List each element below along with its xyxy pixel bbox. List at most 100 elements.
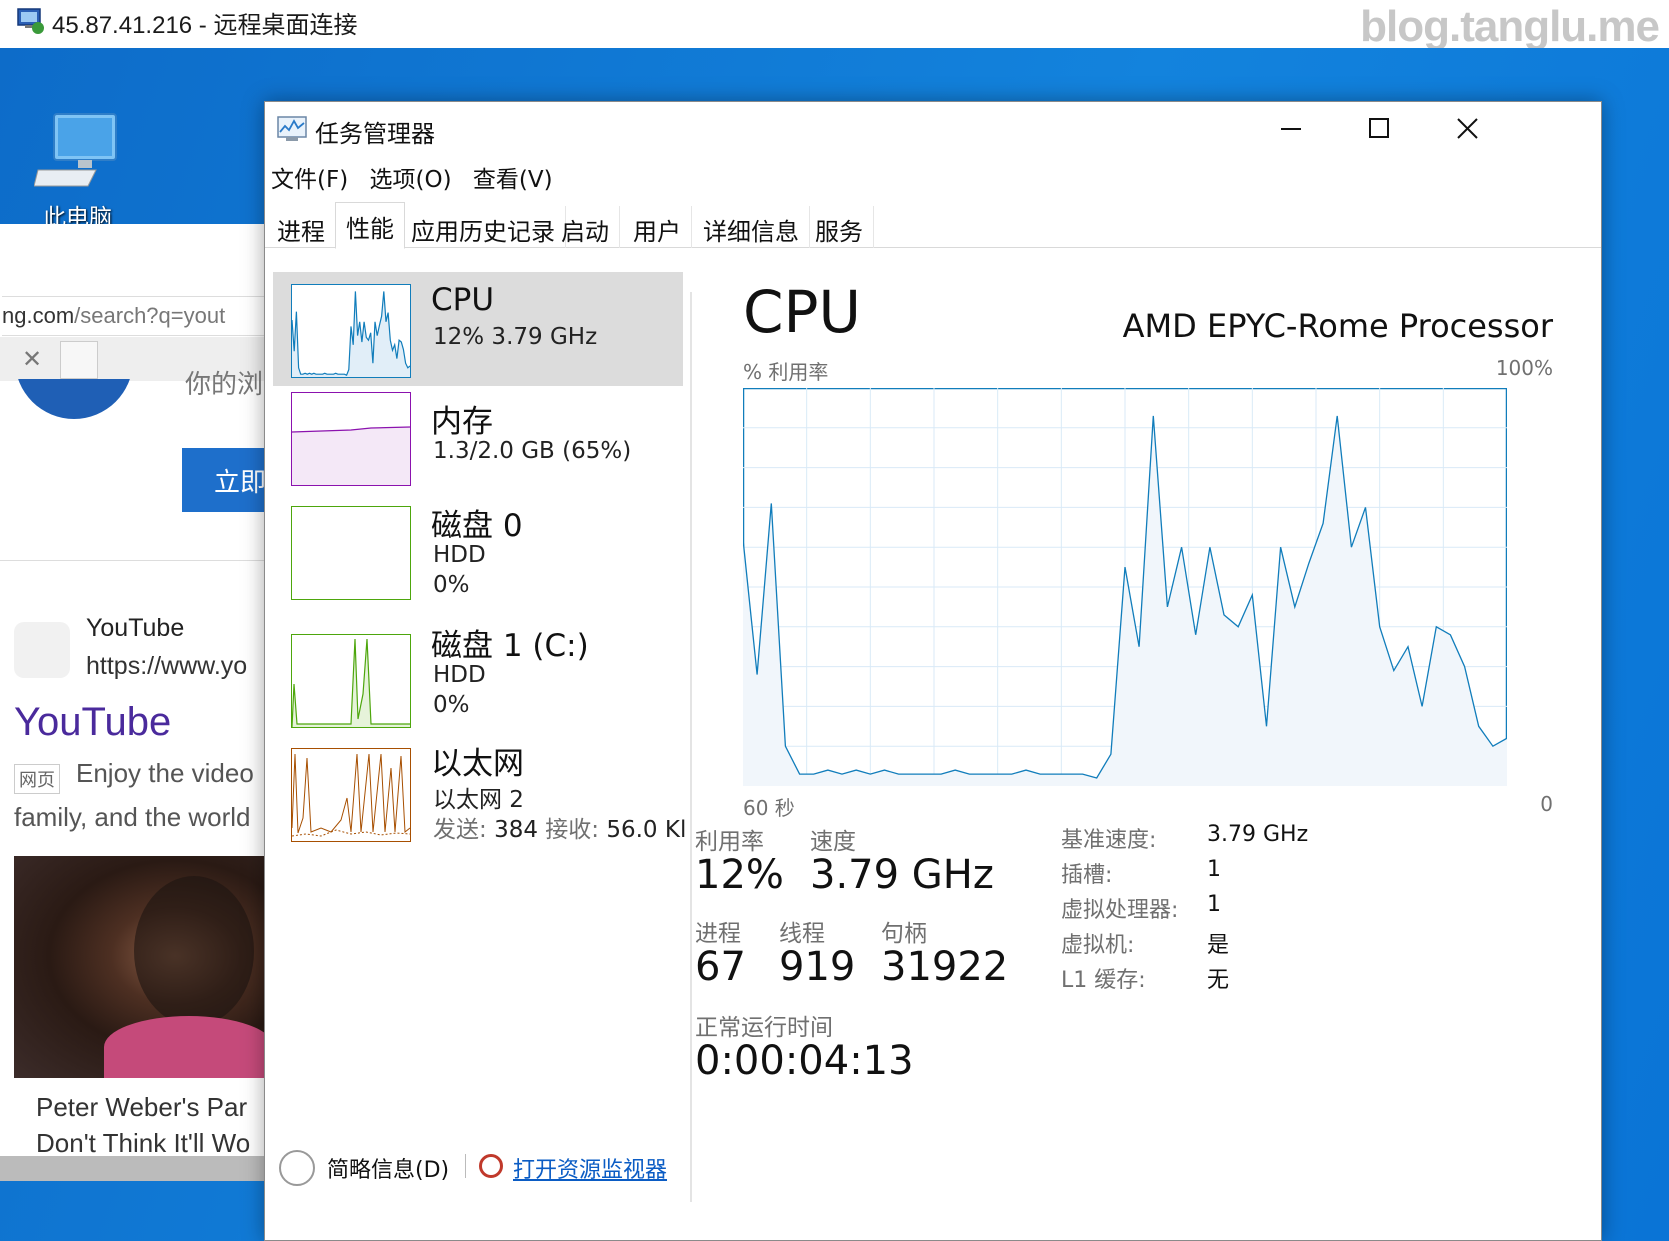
processes-label: 进程 (695, 921, 741, 947)
tab-startup[interactable]: 启动 (551, 206, 620, 248)
menu-bar: 文件(F) 选项(O) 查看(V) (271, 160, 567, 193)
menu-options[interactable]: 选项(O) (370, 167, 452, 193)
video-caption-2[interactable]: Don't Think It'll Wo (36, 1128, 250, 1159)
graph-x-left: 60 秒 (743, 796, 795, 820)
send-value: 384 (494, 817, 538, 843)
close-icon (1457, 118, 1478, 139)
resource-type: HDD (433, 542, 486, 568)
disk-1-mini-graph (291, 634, 411, 728)
resource-percent: 0% (433, 572, 470, 598)
close-icon[interactable]: ✕ (22, 345, 42, 373)
footer-separator (465, 1154, 466, 1178)
address-bar[interactable]: ng.com/search?q=yout (2, 296, 268, 336)
result-site-name: YouTube (86, 614, 185, 642)
result-description-2: family, and the world (14, 802, 251, 832)
spec-label: 插槽: (1061, 863, 1113, 888)
threads-value: 919 (779, 944, 856, 990)
send-label: 发送: (433, 817, 487, 843)
tab-services[interactable]: 服务 (805, 206, 874, 248)
spec-label: 基准速度: (1061, 828, 1157, 853)
resource-disk-1[interactable]: 磁盘 1 (C:) HDD 0% (273, 620, 683, 734)
resource-name: 内存 (431, 404, 493, 440)
spec-label: 虚拟处理器: (1061, 898, 1179, 923)
graph-y-max: 100% (1495, 356, 1553, 380)
menu-file[interactable]: 文件(F) (271, 167, 348, 193)
speed-value: 3.79 GHz (810, 852, 994, 898)
utilization-label: 利用率 (695, 829, 764, 855)
task-manager-window: 任务管理器 文件(F) 选项(O) 查看(V) 进程 性能 应用历史记录 启动 … (264, 101, 1602, 1241)
close-button[interactable] (1421, 102, 1513, 154)
speed-label: 速度 (810, 829, 856, 855)
result-title-link[interactable]: YouTube (14, 700, 171, 745)
task-manager-icon (277, 116, 307, 141)
resource-name: 磁盘 0 (431, 508, 523, 544)
resource-monitor-icon (479, 1154, 503, 1178)
menu-view[interactable]: 查看(V) (473, 167, 553, 193)
tab-processes[interactable]: 进程 (267, 206, 336, 248)
processor-model: AMD EPYC-Rome Processor (1122, 307, 1553, 345)
maximize-button[interactable] (1333, 102, 1425, 154)
spec-value: 1 (1207, 892, 1221, 917)
resource-ethernet[interactable]: 以太网 以太网 2 发送: 384 接收: 56.0 Kl (273, 738, 686, 852)
resource-summary: 1.3/2.0 GB (65%) (433, 438, 632, 464)
chevron-up-icon[interactable] (279, 1150, 315, 1186)
handles-value: 31922 (881, 944, 1009, 990)
uptime-label: 正常运行时间 (695, 1015, 833, 1041)
tab-app-history[interactable]: 应用历史记录 (401, 206, 566, 248)
cpu-utilization-graph (743, 388, 1507, 786)
resource-memory[interactable]: 内存 1.3/2.0 GB (65%) (273, 386, 683, 500)
resource-cpu[interactable]: CPU 12% 3.79 GHz (273, 272, 683, 386)
new-tab-icon[interactable] (60, 341, 98, 379)
graph-y-label: % 利用率 (743, 360, 829, 384)
resource-type: HDD (433, 662, 486, 688)
background-browser-window: ng.com/search?q=yout ✕ 你的浏 立即 YouTube ht… (0, 224, 268, 1181)
spec-value: 无 (1207, 968, 1230, 993)
status-strip (0, 1156, 268, 1181)
cta-button[interactable]: 立即 (182, 448, 268, 512)
resource-disk-0[interactable]: 磁盘 0 HDD 0% (273, 500, 683, 614)
result-site-url[interactable]: https://www.yo (86, 652, 247, 681)
resource-percent: 0% (433, 692, 470, 718)
ethernet-mini-graph (291, 748, 411, 842)
resource-summary: 12% 3.79 GHz (433, 324, 598, 350)
rdp-title: 45.87.41.216 - 远程桌面连接 (52, 12, 358, 39)
threads-label: 线程 (779, 921, 825, 947)
uptime-value: 0:00:04:13 (695, 1038, 914, 1084)
tab-performance[interactable]: 性能 (335, 202, 405, 249)
result-type-tag: 网页 (14, 764, 60, 794)
memory-mini-graph (291, 392, 411, 486)
graph-x-right: 0 (1540, 792, 1553, 816)
detail-title: CPU (743, 278, 861, 346)
title-bar[interactable]: 任务管理器 (265, 102, 1601, 154)
favicon (14, 622, 70, 678)
minimize-button[interactable] (1245, 102, 1337, 154)
handles-label: 句柄 (881, 921, 927, 947)
maximize-icon (1369, 118, 1389, 138)
cpu-mini-graph (291, 284, 411, 378)
utilization-value: 12% (695, 852, 784, 898)
video-caption[interactable]: Peter Weber's Par (36, 1092, 247, 1123)
watermark: blog.tanglu.me (1360, 2, 1660, 51)
resource-name: 以太网 (431, 746, 524, 782)
tab-details[interactable]: 详细信息 (693, 206, 810, 248)
disk-0-mini-graph (291, 506, 411, 600)
window-title: 任务管理器 (315, 120, 435, 148)
open-resource-monitor-link[interactable]: 打开资源监视器 (513, 1152, 667, 1184)
resource-throughput: 发送: 384 接收: 56.0 Kl (433, 810, 686, 844)
spec-label: L1 缓存: (1061, 968, 1146, 993)
obscured-text: 你的浏 (185, 370, 264, 400)
footer-bar: 简略信息(D) 打开资源监视器 (265, 1142, 1601, 1240)
fewer-details-link[interactable]: 简略信息(D) (327, 1152, 449, 1184)
rdp-title-bar: 45.87.41.216 - 远程桌面连接 blog.tanglu.me (0, 0, 1669, 51)
resource-adapter: 以太网 2 (433, 787, 524, 813)
pane-divider[interactable] (690, 292, 692, 1202)
video-thumbnail[interactable] (14, 856, 268, 1078)
resource-name: 磁盘 1 (C:) (431, 628, 589, 664)
recv-label: 接收: (545, 817, 600, 843)
processes-value: 67 (695, 944, 746, 990)
resource-name: CPU (431, 282, 495, 318)
minimize-icon (1281, 128, 1301, 130)
tab-users[interactable]: 用户 (623, 206, 692, 248)
remote-desktop-icon (17, 8, 44, 34)
this-pc-icon[interactable] (34, 112, 124, 192)
